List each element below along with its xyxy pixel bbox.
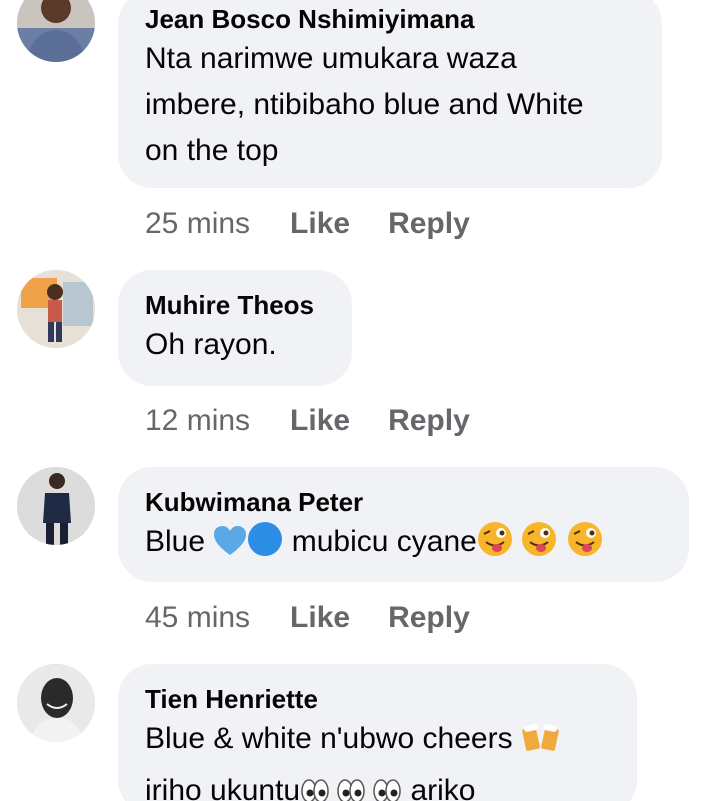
comment-text-line: Nta narimwe umukara waza: [145, 42, 517, 75]
comment-author[interactable]: Muhire Theos: [145, 288, 326, 322]
beer-mugs-icon: [521, 720, 561, 768]
comment-text-segment: Blue: [145, 525, 214, 558]
comment-text-line: iriho ukuntu ariko: [145, 768, 611, 801]
comment-text: Blue mubicu cyane: [145, 519, 663, 571]
comment-timestamp[interactable]: 45 mins: [145, 601, 250, 635]
comment-text-line: Blue & white n'ubwo cheers: [145, 716, 611, 768]
comment-bubble: Kubwimana Peter Blue mubicu cyane: [118, 467, 689, 582]
like-button[interactable]: Like: [290, 404, 350, 438]
comment-text-segment: Blue & white n'ubwo cheers: [145, 722, 521, 755]
reply-button[interactable]: Reply: [388, 601, 470, 635]
comment-actions: 12 mins Like Reply: [145, 401, 470, 441]
comment-text: Oh rayon.: [145, 322, 326, 368]
blue-heart-icon: [213, 525, 247, 571]
avatar[interactable]: [17, 664, 95, 742]
comment-bubble: Jean Bosco Nshimiyimana Nta narimwe umuk…: [118, 0, 662, 188]
comment-text-line: Oh rayon.: [145, 328, 277, 361]
eyes-icon: [372, 774, 402, 801]
comment-actions: 45 mins Like Reply: [145, 598, 470, 638]
avatar[interactable]: [17, 0, 95, 62]
winking-tongue-face-icon: [521, 521, 557, 571]
comment-author[interactable]: Tien Henriette: [145, 682, 611, 716]
comment-text-segment: ariko: [402, 774, 476, 801]
eyes-icon: [336, 774, 366, 801]
winking-tongue-face-icon: [477, 521, 513, 571]
reply-button[interactable]: Reply: [388, 207, 470, 241]
comment-text-segment: iriho ukuntu: [145, 774, 301, 801]
reply-button[interactable]: Reply: [388, 404, 470, 438]
comment-timestamp[interactable]: 25 mins: [145, 207, 250, 241]
comment-bubble: Muhire Theos Oh rayon.: [118, 270, 352, 386]
comment-text: Nta narimwe umukara waza imbere, ntibiba…: [145, 36, 636, 174]
comment-author[interactable]: Jean Bosco Nshimiyimana: [145, 2, 636, 36]
avatar[interactable]: [17, 467, 95, 545]
comment-text-line: on the top: [145, 134, 279, 167]
blue-circle-icon: [247, 521, 283, 571]
comments-feed: Jean Bosco Nshimiyimana Nta narimwe umuk…: [0, 0, 720, 801]
comment-author[interactable]: Kubwimana Peter: [145, 485, 663, 519]
like-button[interactable]: Like: [290, 207, 350, 241]
comment-text-line: imbere, ntibibaho blue and White: [145, 88, 584, 121]
comment-text: Blue & white n'ubwo cheers iriho ukuntu …: [145, 716, 611, 801]
comment-bubble: Tien Henriette Blue & white n'ubwo cheer…: [118, 664, 637, 801]
comment-actions: 25 mins Like Reply: [145, 204, 470, 244]
avatar[interactable]: [17, 270, 95, 348]
eyes-icon: [300, 774, 330, 801]
comment-timestamp[interactable]: 12 mins: [145, 404, 250, 438]
comment-text-segment: mubicu cyane: [283, 525, 477, 558]
winking-tongue-face-icon: [567, 521, 603, 571]
like-button[interactable]: Like: [290, 601, 350, 635]
